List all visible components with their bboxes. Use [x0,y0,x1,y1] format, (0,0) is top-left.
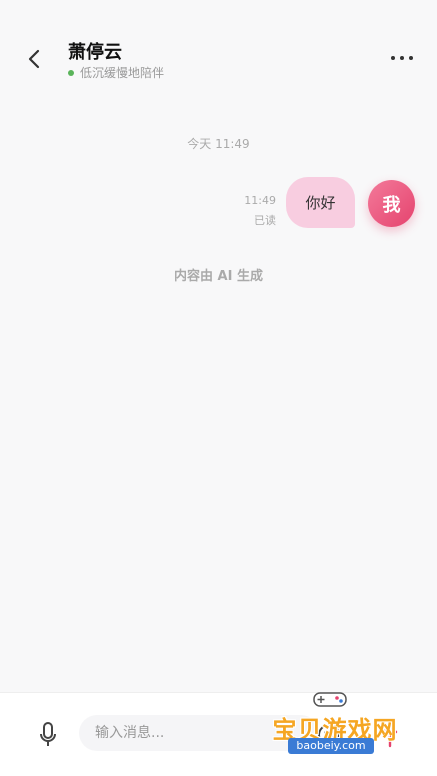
status-text: 低沉缓慢地陪伴 [80,66,165,80]
back-button[interactable] [22,44,48,74]
watermark-url: baobeiy.com [288,738,374,754]
ai-disclaimer: 内容由 AI 生成 [174,269,263,284]
message-meta: 11:49 已读 [244,191,276,231]
read-status: 已读 [254,214,276,227]
message-time: 11:49 [244,194,276,207]
back-arrow-icon [28,49,40,69]
microphone-icon [40,722,56,746]
more-dots-icon [391,56,395,60]
more-options-button[interactable] [391,50,413,66]
contact-status: 低沉缓慢地陪伴 [68,64,164,81]
voice-button[interactable] [38,721,58,749]
user-avatar[interactable]: 我 [368,180,415,227]
online-dot-icon [68,69,74,76]
contact-name: 萧停云 [68,42,122,63]
watermark: 宝贝游戏网 baobeiy.com [260,690,410,770]
message-bubble[interactable]: 你好 [286,177,355,228]
game-controller-icon [313,692,347,707]
chat-header: 萧停云 低沉缓慢地陪伴 [0,0,437,100]
time-divider: 今天 11:49 [187,137,250,151]
